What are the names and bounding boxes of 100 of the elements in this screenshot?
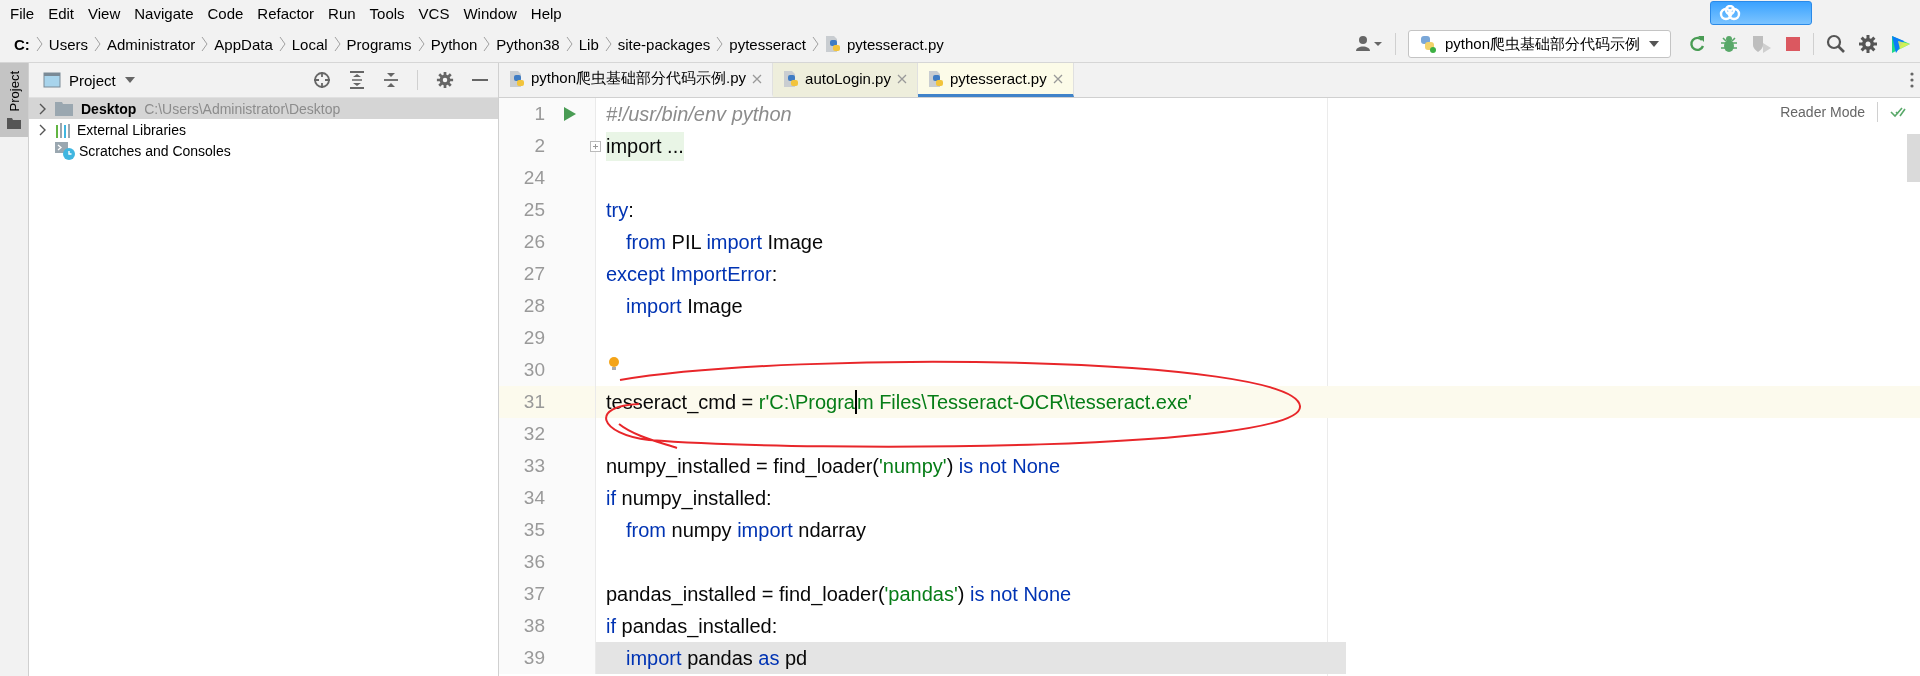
folded-code: import ... [606,131,684,161]
line-number: 24 [522,167,545,189]
run-icon[interactable] [563,106,577,122]
close-icon[interactable] [1052,73,1063,84]
menu-item[interactable]: Run [321,4,363,22]
folder-icon [55,101,73,116]
expand-all-icon[interactable] [349,71,365,89]
menu-item[interactable]: Refactor [250,4,322,22]
code-line: #!/usr/bin/env python [606,102,792,126]
rerun-icon[interactable] [1687,34,1707,54]
python-file-icon [783,69,800,88]
line-number: 34 [522,487,545,509]
library-icon [55,121,73,138]
more-icon[interactable] [1910,72,1914,88]
menu-item[interactable]: Navigate [127,4,201,22]
chevron-icon [201,36,209,52]
menu-item[interactable]: Window [456,4,524,22]
breadcrumb-item[interactable]: Python [430,35,478,53]
chevron-icon [333,36,341,52]
chevron-icon [604,36,612,52]
line-number: 39 [522,647,545,669]
code-line: import pandas as pd [626,646,808,670]
code-line: if numpy_installed: [606,486,772,510]
menu-item[interactable]: VCS [411,4,457,22]
window-icon [43,72,61,88]
python-file-icon [509,69,525,88]
breadcrumb-item[interactable]: Administrator [107,35,196,53]
minimize-icon[interactable] [472,78,488,82]
line-number: 37 [522,583,545,605]
project-tool-tab[interactable]: Project [0,63,28,138]
breadcrumb-item[interactable]: pytesseract [729,35,806,53]
line-number: 26 [522,231,545,253]
chevron-icon [35,36,43,52]
menu-item[interactable]: Help [523,4,569,22]
folder-path: C:\Users\Administrator\Desktop [144,100,341,117]
menu-item[interactable]: File [3,4,42,22]
line-number: 1 [533,103,545,125]
logo-icon[interactable] [1890,33,1912,55]
python-file-icon [825,35,841,53]
breadcrumb-item[interactable]: Local [291,35,328,53]
breadcrumb-item[interactable]: site-packages [617,35,711,53]
code-line: import Image [626,294,743,318]
expand-fold-icon[interactable] [590,141,601,152]
breadcrumb-item[interactable]: Users [48,35,88,53]
search-icon[interactable] [1826,34,1846,54]
stop-icon[interactable] [1785,36,1801,52]
line-number: 31 [522,391,545,413]
cloud-icon [1719,5,1741,21]
lightbulb-icon[interactable] [608,356,620,372]
menu-item[interactable]: View [81,4,128,22]
code-line: tesseract_cmd = r'C:\Program Files\Tesseract-OCR\tesseract.exe' [606,390,1192,414]
editor-tab[interactable]: autoLogin.py [773,63,918,97]
caret-icon [1648,40,1660,48]
line-number: 28 [522,295,545,317]
reader-mode-link[interactable]: Reader Mode [1780,104,1865,120]
scrollbar-thumb[interactable] [1907,134,1920,182]
breadcrumb-item[interactable]: Python38 [496,35,560,53]
tree-item[interactable]: External Libraries [29,119,498,140]
code-line: except ImportError: [606,262,778,286]
breadcrumb-item[interactable]: Lib [578,35,599,53]
code-line: try: [606,198,634,222]
settings-icon[interactable] [436,71,454,89]
code-line: pandas_installed = find_loader('pandas') is not None [606,582,1072,606]
menu-item[interactable]: Edit [41,4,82,22]
close-icon[interactable] [896,73,907,84]
line-number: 33 [522,455,545,477]
console-clock-icon [55,141,75,160]
tree-item[interactable]: Scratches and Consoles [29,140,498,161]
folder-icon [7,117,21,130]
breadcrumb-item[interactable]: Programs [346,35,412,53]
floating-badge[interactable] [1710,1,1812,25]
project-view-dropdown[interactable]: Project [43,71,136,89]
line-number: 35 [522,519,545,541]
breadcrumb-item[interactable]: pytesseract.py [847,35,944,53]
chevron-icon [716,36,724,52]
chevron-icon [812,36,819,52]
crosshair-icon[interactable] [313,71,331,89]
run-configuration-dropdown[interactable]: python爬虫基础部分代码示例 [1407,30,1671,58]
chevron-icon [278,36,286,52]
menu-item[interactable]: Tools [362,4,412,22]
line-number: 30 [522,359,545,381]
tree-item[interactable]: Desktop C:\Users\Administrator\Desktop [29,98,498,119]
settings-icon[interactable] [1858,34,1878,54]
python-file-icon [927,69,944,88]
menu-item[interactable]: Code [200,4,251,22]
close-icon[interactable] [752,73,763,84]
code-line: if pandas_installed: [606,614,778,638]
user-icon[interactable] [1354,35,1383,53]
breadcrumb-item[interactable]: AppData [214,35,273,53]
editor-tab[interactable]: pytesseract.py [917,63,1074,97]
line-number: 25 [522,199,545,221]
breadcrumb-item[interactable]: C: [14,35,30,53]
collapse-all-icon[interactable] [383,71,399,89]
chevron-icon [565,36,573,52]
chevron-icon [417,36,425,52]
bug-icon[interactable] [1719,34,1739,54]
line-number: 29 [522,327,545,349]
line-number: 2 [533,135,545,157]
text-caret [854,390,857,414]
line-number: 36 [522,551,545,573]
